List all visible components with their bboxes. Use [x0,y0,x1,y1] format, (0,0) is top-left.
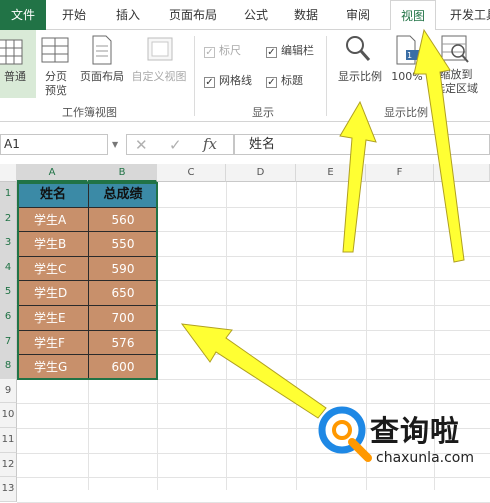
formula-bar-label: 编辑栏 [281,44,314,57]
custom-views-button[interactable]: 自定义视图 [128,70,190,84]
row-header[interactable]: 12 [0,452,17,478]
show-group-label: 显示 [252,106,274,119]
ruler-check-icon: ✓ [204,47,215,58]
row-header[interactable]: 8 [0,354,17,379]
column-header[interactable]: D [226,164,296,182]
svg-text:1: 1 [407,51,412,60]
zoom-to-selection-icon [440,34,470,69]
custom-views-icon [146,36,174,67]
gridline [226,182,227,490]
page-layout-button[interactable]: 页面布局 [76,70,128,84]
tab-0[interactable]: 文件 [0,0,46,30]
name-box-dropdown-icon[interactable]: ▼ [112,140,118,149]
row-header[interactable]: 1 [0,182,17,207]
tab-8[interactable]: 开发工具 [444,0,490,30]
column-header[interactable]: C [157,164,226,182]
headings-label: 标题 [281,74,303,87]
ruler-label: 标尺 [219,44,241,57]
formula-input[interactable]: 姓名 [234,134,490,155]
page-break-preview-icon [40,36,70,67]
formula-bar-checkbox[interactable]: ✓ 编辑栏 [266,44,314,58]
ribbon-tab-bar: 文件开始插入页面布局公式数据审阅视图开发工具 [0,0,490,31]
headings-checkbox[interactable]: ✓ 标题 [266,74,303,88]
zoom-group-label: 显示比例 [384,106,428,119]
row-header[interactable]: 4 [0,255,17,281]
gridlines-check-icon: ✓ [204,77,215,88]
tab-4[interactable]: 公式 [236,0,276,30]
logo-magnifier-icon [318,406,372,462]
formula-buttons: ✕ ✓ fx [126,134,234,155]
tab-6[interactable]: 审阅 [336,0,380,30]
row-header[interactable]: 10 [0,403,17,428]
row-header[interactable]: 5 [0,280,17,305]
zoom-selection-label-line1: 缩放到 [439,68,473,81]
tab-7[interactable]: 视图 [390,0,436,31]
workbook-views-group-label: 工作簿视图 [62,106,117,119]
chaxunla-logo: 查询啦 chaxunla.com [316,402,490,488]
zoom-selection-label-line2: 选定区域 [434,82,478,95]
gridline [296,182,297,490]
row-header[interactable]: 9 [0,378,17,404]
zoom-button[interactable]: 显示比例 [334,70,386,84]
zoom-magnifier-icon [344,34,372,67]
row-header[interactable]: 2 [0,206,17,232]
column-header[interactable]: B [88,164,157,182]
column-header[interactable]: A [17,164,88,182]
formula-bar-row: A1 ▼ ✕ ✓ fx 姓名 [0,130,490,158]
logo-brand-text: 查询啦 [370,414,461,448]
ruler-checkbox[interactable]: ✓ 标尺 [204,44,241,58]
ribbon-separator [326,36,327,116]
zoom-100-button[interactable]: 100% [390,70,424,84]
column-header[interactable]: E [296,164,366,182]
row-header[interactable]: 13 [0,477,17,502]
gridlines-label: 网格线 [219,74,252,87]
insert-function-icon[interactable]: fx [203,135,217,153]
normal-view-icon [0,30,36,98]
gridlines-checkbox[interactable]: ✓ 网格线 [204,74,252,88]
zoom-100-icon: 1 [394,34,422,69]
headings-check-icon: ✓ [266,77,277,88]
page-break-preview-button[interactable]: 分页 预览 [40,70,72,98]
tab-1[interactable]: 开始 [52,0,96,30]
ribbon-panel: 普通 分页 预览 页面布局 自定义视图 工作簿视图 ✓ 标尺 ✓ 编辑栏 ✓ 网格线 … [0,30,490,122]
tab-3[interactable]: 页面布局 [158,0,228,30]
normal-view-button[interactable]: 普通 [0,70,30,84]
selection-range [17,182,158,380]
row-header[interactable]: 11 [0,428,17,453]
tab-5[interactable]: 数据 [284,0,328,30]
row-header[interactable]: 3 [0,231,17,256]
formula-bar-check-icon: ✓ [266,47,277,58]
name-box[interactable]: A1 [0,134,108,155]
select-all-corner[interactable] [0,164,17,182]
ribbon-separator [194,36,195,116]
page-break-label-line2: 预览 [45,84,67,97]
page-break-label-line1: 分页 [45,70,67,83]
enter-icon[interactable]: ✓ [169,136,182,154]
logo-url-text: chaxunla.com [376,450,474,466]
page-layout-icon [90,34,114,69]
column-header[interactable] [434,164,490,182]
row-header[interactable]: 7 [0,329,17,355]
cancel-icon[interactable]: ✕ [135,136,148,154]
tab-2[interactable]: 插入 [106,0,150,30]
column-header[interactable]: F [366,164,434,182]
row-header[interactable]: 6 [0,305,17,330]
zoom-to-selection-button[interactable]: 缩放到 选定区域 [428,68,484,96]
